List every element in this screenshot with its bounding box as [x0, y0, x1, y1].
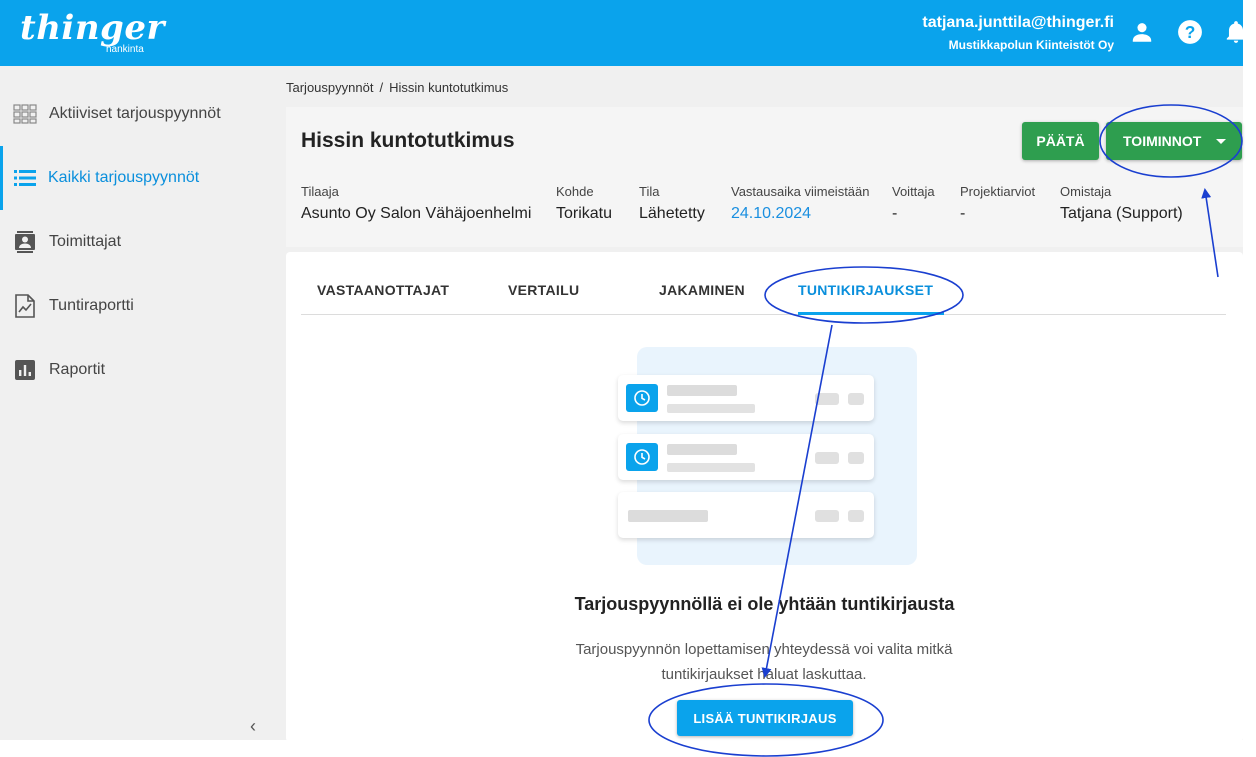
sidebar-item-all-requests[interactable]: Kaikki tarjouspyynnöt: [0, 146, 284, 210]
meta-target: Kohde Torikatu: [556, 184, 612, 223]
placeholder-chip: [848, 393, 864, 405]
illustration-card: [618, 492, 874, 538]
list-icon: [13, 166, 37, 190]
bar-chart-icon: [13, 358, 37, 382]
user-email: tatjana.junttila@thinger.fi: [922, 14, 1114, 31]
placeholder-chip: [815, 510, 839, 522]
breadcrumb: Tarjouspyynnöt / Hissin kuntotutkimus: [286, 80, 508, 95]
active-tab-indicator: [798, 312, 944, 315]
breadcrumb-parent-link[interactable]: Tarjouspyynnöt: [286, 80, 373, 95]
breadcrumb-separator: /: [379, 80, 384, 95]
illustration-card: [618, 375, 874, 421]
meta-label: Omistaja: [1060, 184, 1112, 199]
sidebar-item-active-requests[interactable]: Aktiiviset tarjouspyynnöt: [0, 82, 284, 146]
meta-label: Tila: [639, 184, 660, 199]
sidebar-item-label: Toimittajat: [49, 233, 122, 250]
sidebar-item-label: Tuntiraportti: [49, 297, 134, 314]
sidebar-item-label: Raportit: [49, 361, 106, 378]
tab-hour-entries[interactable]: TUNTIKIRJAUKSET: [798, 252, 933, 315]
meta-value-deadline-link[interactable]: 24.10.2024: [731, 205, 870, 223]
sidebar-item-label: Aktiiviset tarjouspyynnöt: [49, 105, 221, 122]
empty-state-illustration: [618, 347, 917, 565]
meta-value: Lähetetty: [639, 205, 705, 222]
top-bar: thinger hankinta tatjana.junttila@thinge…: [0, 0, 1246, 66]
actions-button-label: TOIMINNOT: [1123, 133, 1202, 149]
bell-icon[interactable]: [1222, 18, 1250, 46]
placeholder-chip: [815, 393, 839, 405]
clock-icon: [626, 443, 658, 471]
placeholder-line: [667, 463, 755, 472]
meta-value: Tatjana (Support): [1060, 205, 1183, 222]
placeholder-line: [667, 404, 755, 413]
placeholder-chip: [848, 452, 864, 464]
add-hour-entry-button[interactable]: LISÄÄ TUNTIKIRJAUS: [677, 700, 853, 736]
close-request-button[interactable]: PÄÄTÄ: [1022, 122, 1099, 160]
placeholder-chip: [815, 452, 839, 464]
meta-value: Torikatu: [556, 205, 613, 222]
meta-label: Voittaja: [892, 184, 935, 199]
user-company: Mustikkapolun Kiinteistöt Oy: [948, 38, 1114, 52]
logo-subtitle: hankinta: [106, 44, 144, 55]
request-header: Hissin kuntotutkimus PÄÄTÄ TOIMINNOT Til…: [286, 107, 1243, 247]
caret-down-icon: [1216, 139, 1226, 144]
collapse-sidebar-button[interactable]: ‹: [243, 716, 263, 736]
contacts-icon: [13, 230, 37, 254]
meta-orderer: Tilaaja Asunto Oy Salon Vähäjoenhelmi: [301, 184, 531, 223]
clock-icon: [626, 384, 658, 412]
logo-text: thinger: [20, 8, 165, 48]
user-info: tatjana.junttila@thinger.fi Mustikkapolu…: [922, 14, 1114, 52]
illustration-card: [618, 434, 874, 480]
tab-comparison[interactable]: VERTAILU: [508, 252, 579, 315]
sidebar-item-suppliers[interactable]: Toimittajat: [0, 210, 284, 274]
placeholder-line: [628, 510, 708, 522]
meta-label: Vastausaika viimeistään: [731, 184, 870, 199]
empty-state-description: Tarjouspyynnön lopettamisen yhteydessä v…: [575, 641, 953, 683]
placeholder-line: [667, 444, 737, 455]
placeholder-line: [667, 385, 737, 396]
sidebar-item-reports[interactable]: Raportit: [0, 338, 284, 402]
breadcrumb-current: Hissin kuntotutkimus: [389, 80, 509, 95]
empty-state-title: Tarjouspyynnöllä ei ole yhtään tuntikirj…: [574, 594, 955, 614]
meta-label: Kohde: [556, 184, 594, 199]
app-root: thinger hankinta tatjana.junttila@thinge…: [0, 0, 1256, 757]
sidebar-item-hour-report[interactable]: Tuntiraportti: [0, 274, 284, 338]
meta-value: -: [960, 205, 966, 222]
meta-deadline: Vastausaika viimeistään 24.10.2024: [731, 184, 870, 223]
actions-dropdown-button[interactable]: TOIMINNOT: [1106, 122, 1242, 160]
help-icon[interactable]: ?: [1176, 18, 1204, 46]
sidebar-item-label: Kaikki tarjouspyynnöt: [48, 169, 200, 186]
meta-owner: Omistaja Tatjana (Support): [1060, 184, 1183, 223]
grid-icon: [13, 102, 37, 126]
report-icon: [13, 294, 37, 318]
meta-project-estimates: Projektiarviot -: [960, 184, 1035, 223]
meta-value: -: [892, 205, 898, 222]
tab-bar: VASTAANOTTAJAT VERTAILU JAKAMINEN TUNTIK…: [301, 252, 1226, 315]
meta-status: Tila Lähetetty: [639, 184, 705, 223]
sidebar: Aktiiviset tarjouspyynnöt Kaikki tarjous…: [0, 66, 284, 740]
placeholder-chip: [848, 510, 864, 522]
logo[interactable]: thinger hankinta: [20, 8, 165, 55]
meta-label: Projektiarviot: [960, 184, 1036, 199]
meta-label: Tilaaja: [301, 184, 339, 199]
user-icon[interactable]: [1128, 18, 1156, 46]
tab-sharing[interactable]: JAKAMINEN: [659, 252, 745, 315]
main-content: Tarjouspyynnöt / Hissin kuntotutkimus Hiss…: [284, 66, 1243, 742]
content-card: VASTAANOTTAJAT VERTAILU JAKAMINEN TUNTIK…: [286, 252, 1243, 742]
page-title: Hissin kuntotutkimus: [301, 129, 515, 152]
svg-text:?: ?: [1185, 22, 1196, 42]
meta-value: Asunto Oy Salon Vähäjoenhelmi: [301, 205, 532, 222]
meta-winner: Voittaja -: [892, 184, 935, 223]
tab-recipients[interactable]: VASTAANOTTAJAT: [317, 252, 449, 315]
